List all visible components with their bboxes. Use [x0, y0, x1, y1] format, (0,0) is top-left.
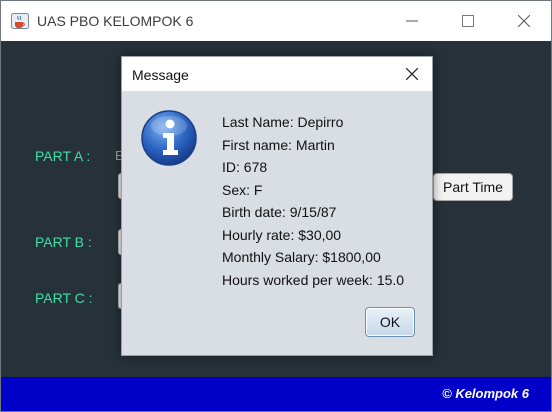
part-a-label: PART A : — [35, 148, 91, 164]
window-title: UAS PBO KELOMPOK 6 — [37, 13, 194, 29]
minimize-button[interactable] — [389, 1, 435, 41]
part-b-label: PART B : — [35, 234, 92, 250]
message-line-hours-worked: Hours worked per week: 15.0 — [222, 271, 405, 288]
footer-credit: © Kelompok 6 — [442, 386, 529, 401]
part-time-button[interactable]: Part Time — [433, 173, 513, 201]
message-line-id: ID: 678 — [222, 159, 268, 175]
message-line-birth-date: Birth date: 9/15/87 — [222, 204, 337, 220]
close-button[interactable] — [501, 1, 547, 41]
footer-bar: © Kelompok 6 — [1, 377, 551, 411]
message-line-monthly-salary: Monthly Salary: $1800,00 — [222, 249, 381, 265]
window-titlebar[interactable]: UAS PBO KELOMPOK 6 — [1, 1, 551, 41]
dialog-title: Message — [132, 67, 189, 83]
java-cup-icon — [11, 13, 29, 29]
dialog-close-button[interactable] — [392, 57, 432, 91]
close-icon — [518, 15, 530, 27]
minimize-icon — [406, 20, 418, 22]
info-icon — [141, 110, 197, 166]
dialog-titlebar[interactable]: Message — [122, 57, 432, 91]
message-line-sex: Sex: F — [222, 181, 263, 198]
message-line-last-name: Last Name: Depirro — [222, 114, 344, 130]
message-line-hourly-rate: Hourly rate: $30,00 — [222, 226, 342, 243]
maximize-button[interactable] — [445, 1, 491, 41]
ok-button[interactable]: OK — [365, 307, 415, 337]
close-icon — [406, 68, 418, 80]
part-c-label: PART C : — [35, 290, 93, 306]
message-line-first-name: First name: Martin — [222, 136, 335, 153]
maximize-icon — [462, 15, 474, 27]
message-text: Last Name: Depirro First name: Martin ID… — [222, 111, 426, 291]
message-dialog: Message Last Name: Depirro First name: M… — [121, 56, 433, 356]
